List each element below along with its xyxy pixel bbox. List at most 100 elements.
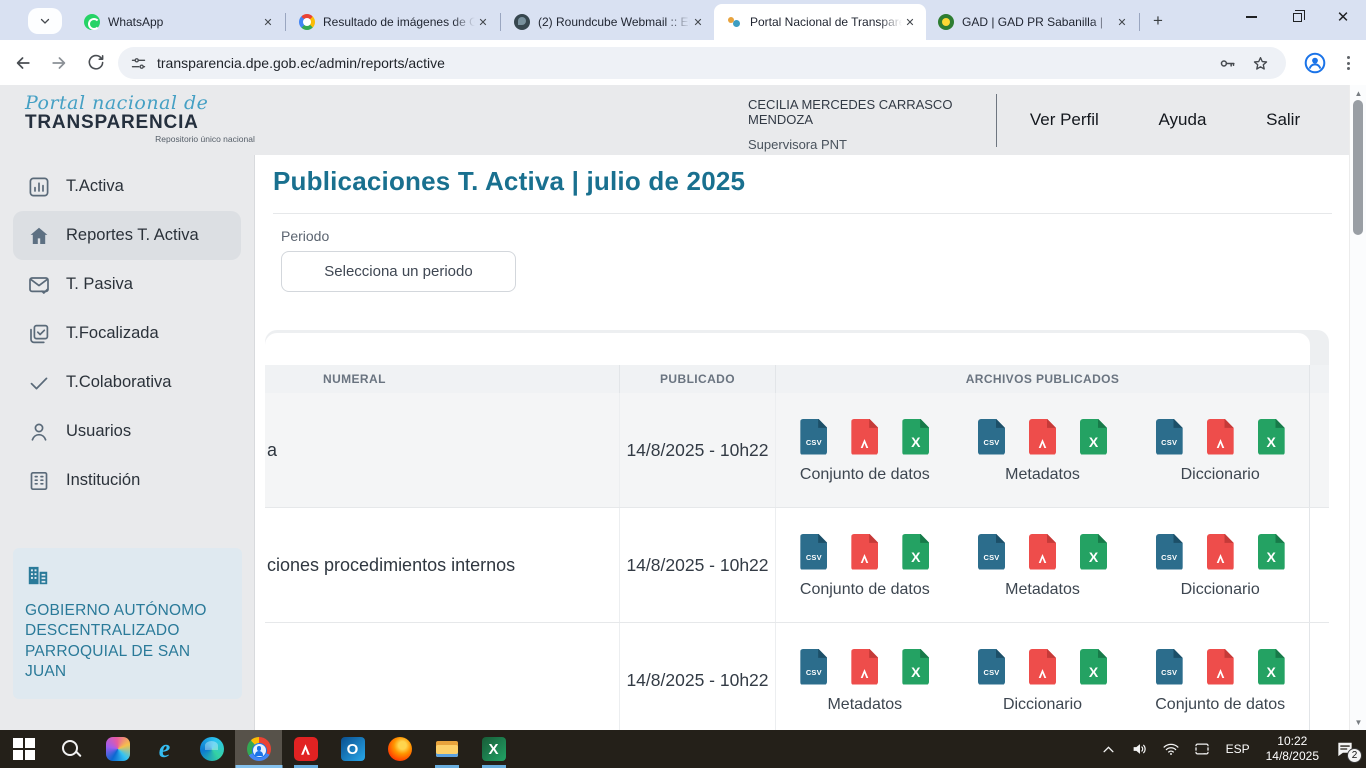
tab-close-icon[interactable]: ✕: [475, 14, 491, 30]
taskbar-excel-button[interactable]: X: [470, 730, 517, 768]
browser-tab-1[interactable]: Resultado de imágenes de G ✕: [287, 5, 499, 39]
tray-wifi-icon[interactable]: [1159, 734, 1183, 764]
scroll-down-icon[interactable]: ▼: [1350, 715, 1366, 729]
page-fold: [1173, 534, 1182, 543]
header-link-ver-perfil[interactable]: Ver Perfil: [1030, 110, 1099, 130]
scrollbar-thumb[interactable]: [1353, 100, 1363, 235]
pdf-file-icon[interactable]: [851, 419, 878, 455]
excel-file-icon[interactable]: X: [1080, 419, 1107, 455]
sidebar-item-usuarios[interactable]: Usuarios: [13, 407, 241, 456]
excel-file-icon[interactable]: X: [1080, 649, 1107, 685]
csv-file-icon[interactable]: CSV: [978, 649, 1005, 685]
forward-button[interactable]: [46, 50, 72, 76]
browser-menu-button[interactable]: [1339, 56, 1358, 70]
excel-file-icon[interactable]: X: [1080, 534, 1107, 570]
tab-close-icon[interactable]: ✕: [902, 14, 918, 30]
csv-file-icon[interactable]: CSV: [1156, 649, 1183, 685]
pdf-file-icon[interactable]: [851, 649, 878, 685]
explorer-icon: [435, 737, 459, 761]
header-link-salir[interactable]: Salir: [1266, 110, 1300, 130]
sidebar-item-t-colaborativa[interactable]: T.Colaborativa: [13, 358, 241, 407]
url-field[interactable]: transparencia.dpe.gob.ec/admin/reports/a…: [118, 47, 1286, 79]
csv-file-icon[interactable]: CSV: [1156, 534, 1183, 570]
taskbar-explorer-button[interactable]: [423, 730, 470, 768]
period-select[interactable]: Selecciona un periodo: [281, 251, 516, 292]
minimize-button[interactable]: [1228, 0, 1274, 34]
new-tab-button[interactable]: +: [1146, 9, 1170, 33]
browser-tab-4[interactable]: GAD | GAD PR Sabanilla | ✕: [926, 5, 1138, 39]
tab-close-icon[interactable]: ✕: [690, 14, 706, 30]
page-fold: [818, 649, 827, 658]
taskbar-firefox-button[interactable]: [376, 730, 423, 768]
taskbar-search-button[interactable]: [47, 730, 94, 768]
taskbar-outlook-button[interactable]: O: [329, 730, 376, 768]
sidebar-item-label: T. Pasiva: [66, 275, 133, 294]
tab-title: WhatsApp: [108, 15, 260, 29]
pdf-file-icon[interactable]: [851, 534, 878, 570]
sidebar-item-instituci-n[interactable]: Institución: [13, 456, 241, 505]
password-key-icon[interactable]: [1218, 54, 1237, 73]
browser-tab-2[interactable]: (2) Roundcube Webmail :: En ✕: [502, 5, 714, 39]
csv-file-icon[interactable]: CSV: [800, 649, 827, 685]
browser-tab-0[interactable]: WhatsApp ✕: [72, 5, 284, 39]
excel-file-icon[interactable]: X: [1258, 649, 1285, 685]
profile-avatar-icon[interactable]: [1303, 51, 1327, 75]
csv-file-icon[interactable]: CSV: [1156, 419, 1183, 455]
excel-file-icon[interactable]: X: [1258, 534, 1285, 570]
tray-clock[interactable]: 10:22 14/8/2025: [1262, 734, 1323, 764]
sidebar-item-t-activa[interactable]: T.Activa: [13, 162, 241, 211]
tray-language[interactable]: ESP: [1221, 742, 1255, 756]
taskbar-start-button[interactable]: [0, 730, 47, 768]
taskbar-ie-button[interactable]: e: [141, 730, 188, 768]
taskbar-chrome-button[interactable]: [235, 730, 282, 768]
reload-button[interactable]: [82, 50, 108, 76]
page-scrollbar[interactable]: ▲ ▼: [1349, 85, 1366, 730]
excel-file-icon[interactable]: X: [1258, 419, 1285, 455]
sidebar-item-t-focalizada[interactable]: T.Focalizada: [13, 309, 241, 358]
chrome-profile-badge: [252, 743, 267, 758]
pdf-file-icon[interactable]: [1029, 534, 1056, 570]
notification-center-button[interactable]: 2: [1330, 734, 1360, 764]
header-link-ayuda[interactable]: Ayuda: [1159, 110, 1207, 130]
institution-card[interactable]: GOBIERNO AUTÓNOMO DESCENTRALIZADO PARROQ…: [13, 548, 242, 699]
tab-close-icon[interactable]: ✕: [1114, 14, 1130, 30]
excel-file-icon[interactable]: X: [902, 534, 929, 570]
institution-name: GOBIERNO AUTÓNOMO DESCENTRALIZADO PARROQ…: [25, 601, 230, 683]
tray-cast-icon[interactable]: [1190, 734, 1214, 764]
period-label: Periodo: [281, 228, 329, 244]
file-group-label: Metadatos: [1005, 466, 1080, 484]
pdf-file-icon[interactable]: [1207, 649, 1234, 685]
taskbar-copilot-button[interactable]: [94, 730, 141, 768]
pdf-file-icon[interactable]: [1029, 649, 1056, 685]
tray-speaker-icon[interactable]: [1128, 734, 1152, 764]
restore-button[interactable]: [1274, 0, 1320, 34]
tab-close-icon[interactable]: ✕: [260, 14, 276, 30]
csv-file-icon[interactable]: CSV: [978, 534, 1005, 570]
numeral-cell: [265, 623, 620, 730]
main-content: Publicaciones T. Activa | julio de 2025 …: [256, 155, 1349, 730]
excel-file-icon[interactable]: X: [902, 649, 929, 685]
scroll-up-icon[interactable]: ▲: [1350, 86, 1366, 100]
taskbar-acrobat-button[interactable]: [282, 730, 329, 768]
back-button[interactable]: [10, 50, 36, 76]
pdf-file-icon[interactable]: [1029, 419, 1056, 455]
close-button[interactable]: ✕: [1320, 0, 1366, 34]
bookmark-star-icon[interactable]: [1251, 54, 1270, 73]
pdf-file-icon[interactable]: [1207, 419, 1234, 455]
files-cell: CSVX Conjunto de datos CSVX Metadatos CS…: [776, 393, 1310, 507]
tab-search-button[interactable]: [28, 8, 62, 34]
csv-file-icon[interactable]: CSV: [800, 534, 827, 570]
csv-file-icon[interactable]: CSV: [978, 419, 1005, 455]
files-cell: CSVX Metadatos CSVX Diccionario CSVX Con…: [776, 623, 1310, 730]
taskbar-edge-button[interactable]: [188, 730, 235, 768]
page-fold: [1047, 419, 1056, 428]
tray-chevron-up-icon[interactable]: [1097, 734, 1121, 764]
pdf-file-icon[interactable]: [1207, 534, 1234, 570]
sidebar-item-t-pasiva[interactable]: T. Pasiva: [13, 260, 241, 309]
roundcube-favicon-icon: [514, 14, 530, 30]
acrobat-icon: [294, 737, 318, 761]
browser-tab-3[interactable]: Portal Nacional de Transpare ✕: [714, 4, 926, 40]
excel-file-icon[interactable]: X: [902, 419, 929, 455]
csv-file-icon[interactable]: CSV: [800, 419, 827, 455]
sidebar-item-reportes-t-activa[interactable]: Reportes T. Activa: [13, 211, 241, 260]
